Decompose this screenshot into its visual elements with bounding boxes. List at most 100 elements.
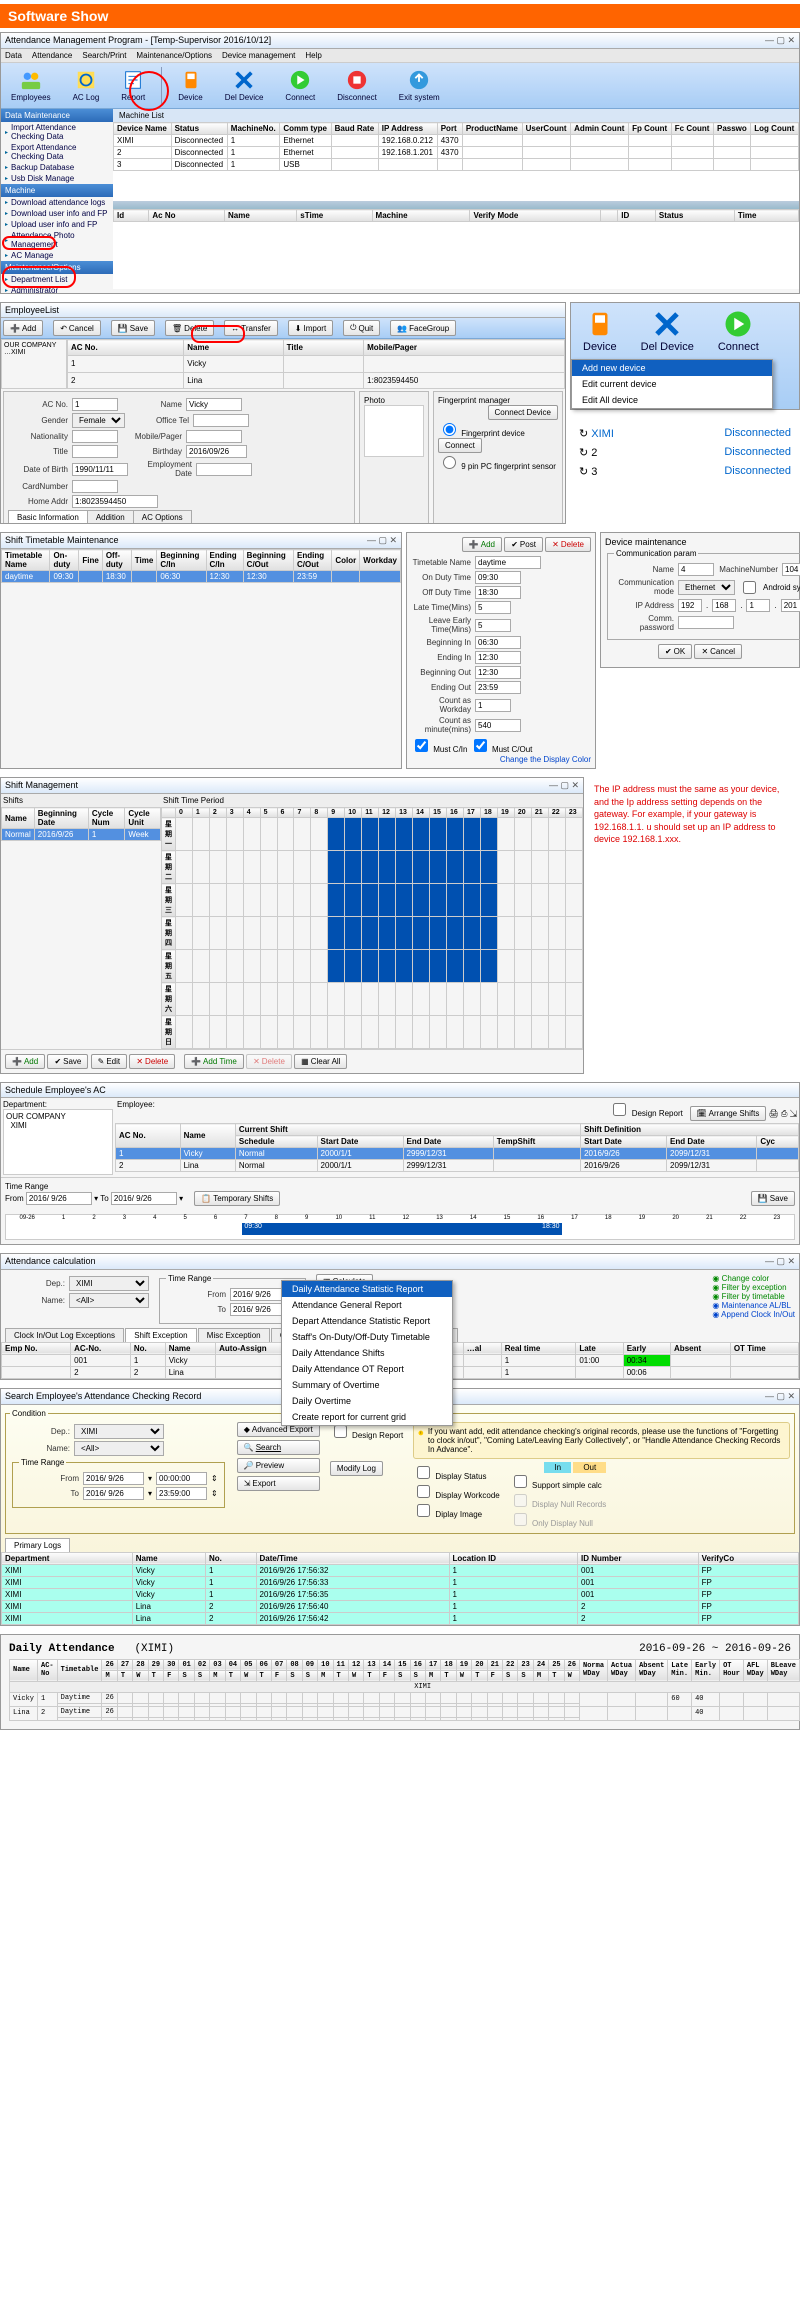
nat-input[interactable] <box>72 430 118 443</box>
mob-input[interactable] <box>186 430 242 443</box>
edate-input[interactable] <box>196 463 252 476</box>
link-color[interactable]: ◉ Change color <box>712 1274 795 1283</box>
tt-delete[interactable]: ✕ Delete <box>545 537 591 552</box>
side-duser[interactable]: Download user info and FP <box>1 208 113 219</box>
menu-device[interactable]: Device management <box>222 51 295 60</box>
pl-tab[interactable]: Primary Logs <box>5 1538 70 1552</box>
sched-save[interactable]: 💾 Save <box>751 1191 795 1206</box>
conndev-btn[interactable]: Connect Device <box>488 405 558 420</box>
s-tt[interactable] <box>156 1487 207 1500</box>
s-export[interactable]: ⇲ Export <box>237 1476 320 1491</box>
side-usb[interactable]: Usb Disk Manage <box>1 173 113 184</box>
s-dep[interactable]: XIMI <box>74 1424 164 1439</box>
title-input[interactable] <box>72 445 118 458</box>
tb-disconnect[interactable]: Disconnect <box>331 67 383 104</box>
dm-ip1[interactable] <box>678 599 702 612</box>
tab-add[interactable]: Addition <box>87 510 134 524</box>
s-di[interactable] <box>417 1504 430 1517</box>
side-export[interactable]: Export Attendance Checking Data <box>1 142 113 162</box>
dm-commmode[interactable]: Ethernet <box>678 580 735 595</box>
tb-connect[interactable]: Connect <box>279 67 321 104</box>
tt-on[interactable] <box>475 571 521 584</box>
menu-add-device[interactable]: Add new device <box>572 360 772 376</box>
menu-attendance[interactable]: Attendance <box>32 51 72 60</box>
s-modify[interactable]: Modify Log <box>330 1461 383 1476</box>
temp-shifts-btn[interactable]: 📋 Temporary Shifts <box>194 1191 280 1206</box>
side-uuser[interactable]: Upload user info and FP <box>1 219 113 230</box>
tt-add[interactable]: ➕ Add <box>462 537 502 552</box>
s-preview[interactable]: 🔎 Preview <box>237 1458 320 1473</box>
calc-tab-2[interactable]: Misc Exception <box>198 1328 270 1342</box>
dm-ok[interactable]: ✔ OK <box>658 644 692 659</box>
sm-clear[interactable]: ▦ Clear All <box>294 1054 347 1069</box>
tt-le[interactable] <box>475 619 511 632</box>
s-ft[interactable] <box>156 1472 207 1485</box>
sm-shifts-grid[interactable]: NameBeginning DateCycle NumCycle UnitNor… <box>1 807 161 841</box>
link-filter-tt[interactable]: ◉ Filter by timetable <box>712 1292 795 1301</box>
tt-name[interactable] <box>475 556 541 569</box>
el-import[interactable]: ⬇ Import <box>288 320 333 336</box>
tt-mcin[interactable] <box>415 739 428 752</box>
9pin-radio[interactable] <box>443 456 456 469</box>
tt-late[interactable] <box>475 601 511 614</box>
device-menu[interactable]: Add new device Edit current device Edit … <box>571 359 773 409</box>
s-name[interactable]: <All> <box>74 1441 164 1456</box>
menu-search[interactable]: Search/Print <box>82 51 126 60</box>
side-backup[interactable]: Backup Database <box>1 162 113 173</box>
gender-select[interactable]: Female <box>72 413 125 428</box>
report-menu[interactable]: Daily Attendance Statistic ReportAttenda… <box>281 1280 453 1426</box>
card-input[interactable] <box>72 480 118 493</box>
tb-deldevice[interactable]: Del Device <box>219 67 270 104</box>
tb-employees[interactable]: Employees <box>5 67 57 104</box>
tt-eo[interactable] <box>475 681 521 694</box>
tt-close[interactable]: — ▢ ✕ <box>367 535 397 546</box>
el-save[interactable]: 💾 Save <box>111 320 155 336</box>
emp-grid[interactable]: AC No.NameTitleMobile/Pager1Vicky2Lina1:… <box>67 339 565 389</box>
menu-help[interactable]: Help <box>305 51 321 60</box>
tt-mcout[interactable] <box>474 739 487 752</box>
dm-ip4[interactable] <box>781 599 800 612</box>
arrange-shifts-btn[interactable]: 🗓 Arrange Shifts <box>690 1106 767 1121</box>
sched-to[interactable] <box>111 1192 177 1205</box>
el-facegroup[interactable]: 👥 FaceGroup <box>390 320 456 336</box>
tt-post[interactable]: ✔ Post <box>504 537 543 552</box>
name-input[interactable] <box>186 398 242 411</box>
menubar[interactable]: Data Attendance Search/Print Maintenance… <box>1 49 799 63</box>
menu-edit-device[interactable]: Edit current device <box>572 376 772 392</box>
s-to[interactable] <box>83 1487 144 1500</box>
menu-maint[interactable]: Maintenance/Options <box>136 51 212 60</box>
sm-save[interactable]: ✔ Save <box>47 1054 88 1069</box>
menu-data[interactable]: Data <box>5 51 22 60</box>
bday-input[interactable] <box>186 445 247 458</box>
tt-bi[interactable] <box>475 636 521 649</box>
sm-delete[interactable]: ✕ Delete <box>129 1054 175 1069</box>
acno-input[interactable] <box>72 398 118 411</box>
s-search[interactable]: 🔍 Search <box>237 1440 320 1455</box>
window-controls[interactable]: — ▢ ✕ <box>765 35 795 46</box>
fp-radio[interactable] <box>443 423 456 436</box>
calc-name[interactable]: <All> <box>69 1293 149 1308</box>
el-add[interactable]: ➕ Add <box>3 320 43 336</box>
calc-tab-1[interactable]: Shift Exception <box>125 1328 196 1342</box>
dm-pw[interactable] <box>678 616 734 629</box>
tt-grid[interactable]: Timetable NameOn-dutyFineOff-dutyTimeBeg… <box>1 549 401 583</box>
addr-input[interactable] <box>72 495 158 508</box>
zoom-deldevice[interactable]: Del Device <box>629 303 706 359</box>
dm-name[interactable] <box>678 563 714 576</box>
calc-tab-0[interactable]: Clock In/Out Log Exceptions <box>5 1328 124 1342</box>
sm-deltime[interactable]: ✕ Delete <box>246 1054 292 1069</box>
zoom-device[interactable]: Device <box>571 303 629 359</box>
calc-dep[interactable]: XIMI <box>69 1276 149 1291</box>
sched-dr[interactable] <box>613 1103 626 1116</box>
sm-addtime[interactable]: ➕ Add Time <box>184 1054 244 1069</box>
dm-android[interactable] <box>743 581 756 594</box>
tb-aclog[interactable]: AC Log <box>67 67 106 104</box>
el-quit[interactable]: ⏻ Quit <box>343 320 380 336</box>
dob-input[interactable] <box>72 463 128 476</box>
change-color-link[interactable]: Change the Display Color <box>500 755 591 764</box>
s-ssc[interactable] <box>514 1475 527 1488</box>
dm-ip2[interactable] <box>712 599 736 612</box>
tab-basic[interactable]: Basic Information <box>8 510 88 524</box>
menu-edit-all[interactable]: Edit All device <box>572 392 772 408</box>
sm-add[interactable]: ➕ Add <box>5 1054 45 1069</box>
